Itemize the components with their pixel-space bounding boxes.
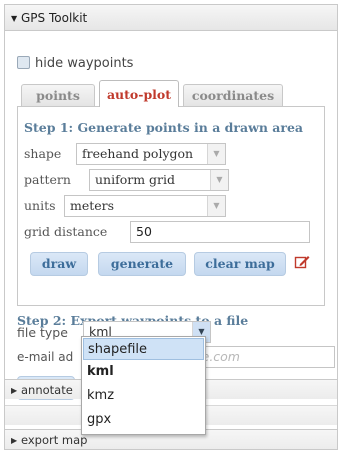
tab-points[interactable]: points	[21, 84, 95, 106]
units-value: meters	[70, 198, 115, 213]
email-label: e-mail ad	[17, 350, 74, 364]
clear-map-button[interactable]: clear map	[194, 252, 286, 276]
hide-waypoints-checkbox[interactable]	[17, 56, 30, 69]
shape-label: shape	[24, 146, 62, 161]
draw-button[interactable]: draw	[30, 252, 88, 276]
file-type-option-shapefile[interactable]: shapefile	[83, 338, 204, 360]
pattern-select[interactable]: uniform grid ▼	[89, 169, 229, 191]
triangle-right-icon: ▶	[11, 436, 18, 445]
file-type-dropdown: shapefile kml kmz gpx	[81, 336, 206, 435]
edit-pencil-icon[interactable]	[294, 254, 310, 270]
export-map-label: export map	[21, 433, 88, 447]
panel-body: hide waypoints points auto-plot coordina…	[5, 32, 337, 400]
annotate-label: annotate	[21, 383, 73, 397]
chevron-down-icon: ▼	[207, 196, 225, 216]
pattern-value: uniform grid	[95, 172, 176, 187]
units-label: units	[24, 198, 56, 213]
file-type-option-kmz[interactable]: kmz	[83, 385, 204, 407]
tab-auto-plot[interactable]: auto-plot	[99, 80, 179, 107]
grid-distance-label: grid distance	[24, 224, 108, 239]
shape-value: freehand polygon	[82, 146, 194, 161]
auto-plot-panel: Step 1: Generate points in a drawn area …	[17, 106, 325, 306]
triangle-right-icon: ▶	[11, 386, 18, 395]
hide-waypoints-label: hide waypoints	[35, 56, 134, 71]
file-type-option-gpx[interactable]: gpx	[83, 409, 204, 431]
units-select[interactable]: meters ▼	[64, 195, 226, 217]
panel-title: GPS Toolkit	[21, 11, 88, 25]
generate-button[interactable]: generate	[98, 252, 186, 276]
step1-title: Step 1: Generate points in a drawn area	[24, 120, 304, 135]
shape-select[interactable]: freehand polygon ▼	[76, 143, 226, 165]
chevron-down-icon: ▼	[207, 144, 225, 164]
grid-distance-input[interactable]: 50	[130, 221, 310, 243]
file-type-option-kml[interactable]: kml	[83, 361, 204, 383]
pattern-label: pattern	[24, 172, 71, 187]
triangle-down-icon: ▼	[11, 14, 18, 23]
hide-waypoints-row: hide waypoints	[17, 56, 133, 71]
chevron-down-icon: ▼	[210, 170, 228, 190]
gps-toolkit-header[interactable]: ▼ GPS Toolkit	[5, 5, 337, 31]
tab-coordinates[interactable]: coordinates	[183, 84, 283, 106]
file-type-label: file type	[17, 325, 68, 340]
